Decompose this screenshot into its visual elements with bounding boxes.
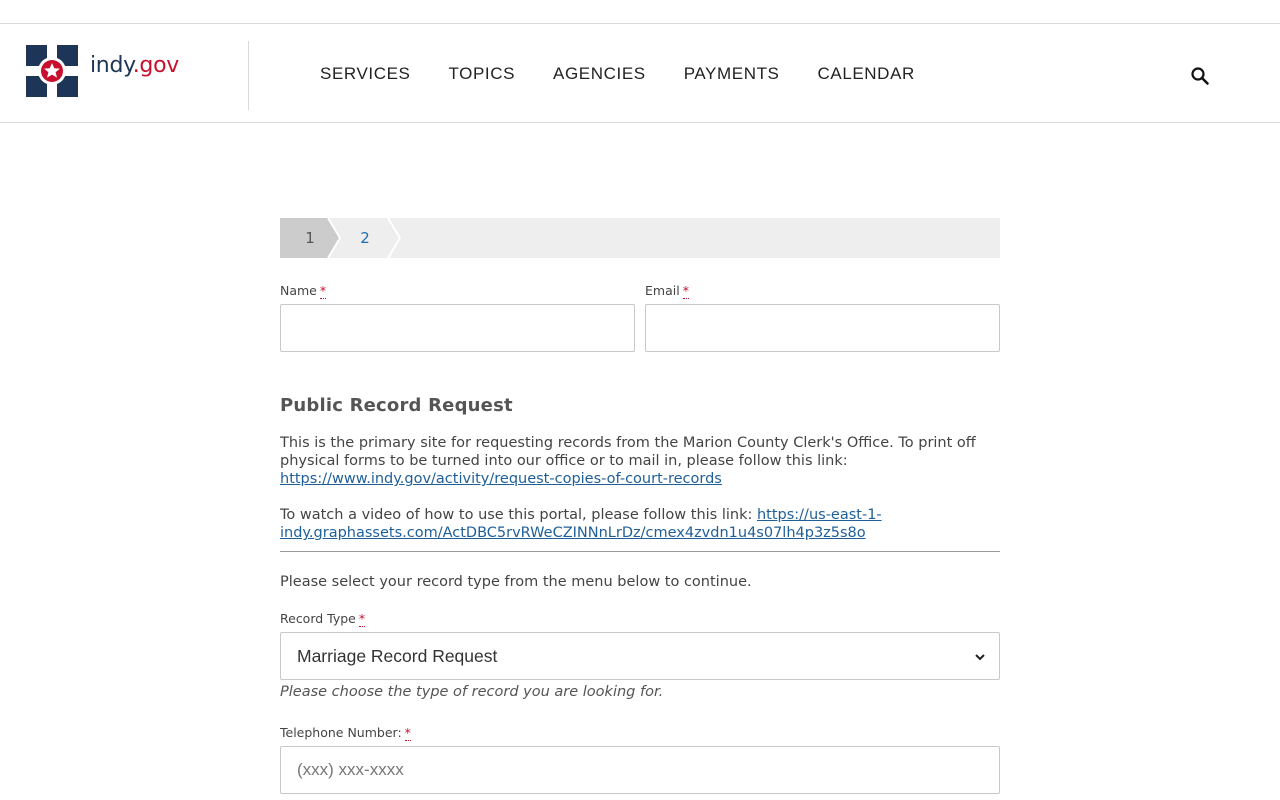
nav-services[interactable]: SERVICES xyxy=(320,64,410,88)
video-paragraph: To watch a video of how to use this port… xyxy=(280,506,1000,552)
stepper-arrows xyxy=(280,218,402,258)
nav-calendar[interactable]: CALENDAR xyxy=(818,64,915,88)
phone-label: Telephone Number: * xyxy=(280,725,411,741)
site-header: indy.gov SERVICES TOPICS AGENCIES PAYMEN… xyxy=(0,24,1280,123)
logo-wordmark: indy.gov xyxy=(90,53,179,78)
name-label: Name * xyxy=(280,283,327,299)
chevron-down-icon xyxy=(975,654,985,661)
intro-paragraph: This is the primary site for requesting … xyxy=(280,435,976,487)
top-strip xyxy=(0,0,1280,24)
email-field-group: Email * xyxy=(645,283,1000,352)
contact-fields: Name * Email * xyxy=(280,283,1000,352)
main-nav: SERVICES TOPICS AGENCIES PAYMENTS CALEND… xyxy=(320,64,915,88)
search-button[interactable] xyxy=(1188,64,1212,88)
phone-input[interactable] xyxy=(280,746,1000,794)
required-marker: * xyxy=(682,283,689,299)
search-icon xyxy=(1191,67,1209,85)
step-2[interactable]: 2 xyxy=(342,218,388,258)
step-1[interactable]: 1 xyxy=(280,218,340,258)
indy-logo-mark-icon xyxy=(26,45,78,97)
nav-agencies[interactable]: AGENCIES xyxy=(553,64,646,88)
record-type-select[interactable]: Marriage Record Request xyxy=(280,632,1000,680)
record-type-help: Please choose the type of record you are… xyxy=(280,684,664,700)
record-type-field-group: Record Type * Marriage Record Request Ple… xyxy=(280,611,1000,700)
name-input[interactable] xyxy=(280,304,635,352)
record-type-value: Marriage Record Request xyxy=(297,646,498,666)
required-marker: * xyxy=(358,611,366,627)
required-marker: * xyxy=(319,283,327,299)
phone-field-group: Telephone Number: * xyxy=(280,725,1000,794)
email-label: Email * xyxy=(645,283,689,299)
record-request-form: 1 2 Name * Email * Public Record Request T… xyxy=(280,218,1000,794)
nav-topics[interactable]: TOPICS xyxy=(448,64,515,88)
nav-payments[interactable]: PAYMENTS xyxy=(684,64,780,88)
name-field-group: Name * xyxy=(280,283,635,352)
required-marker: * xyxy=(404,725,411,741)
court-records-link[interactable]: https://www.indy.gov/activity/request-co… xyxy=(280,471,722,487)
select-instruction: Please select your record type from the … xyxy=(280,574,752,590)
section-title: Public Record Request xyxy=(280,395,513,416)
form-stepper: 1 2 xyxy=(280,218,1000,258)
header-divider xyxy=(248,41,249,110)
email-input[interactable] xyxy=(645,304,1000,352)
record-type-label: Record Type * xyxy=(280,611,366,627)
indy-gov-logo[interactable]: indy.gov xyxy=(26,45,186,99)
